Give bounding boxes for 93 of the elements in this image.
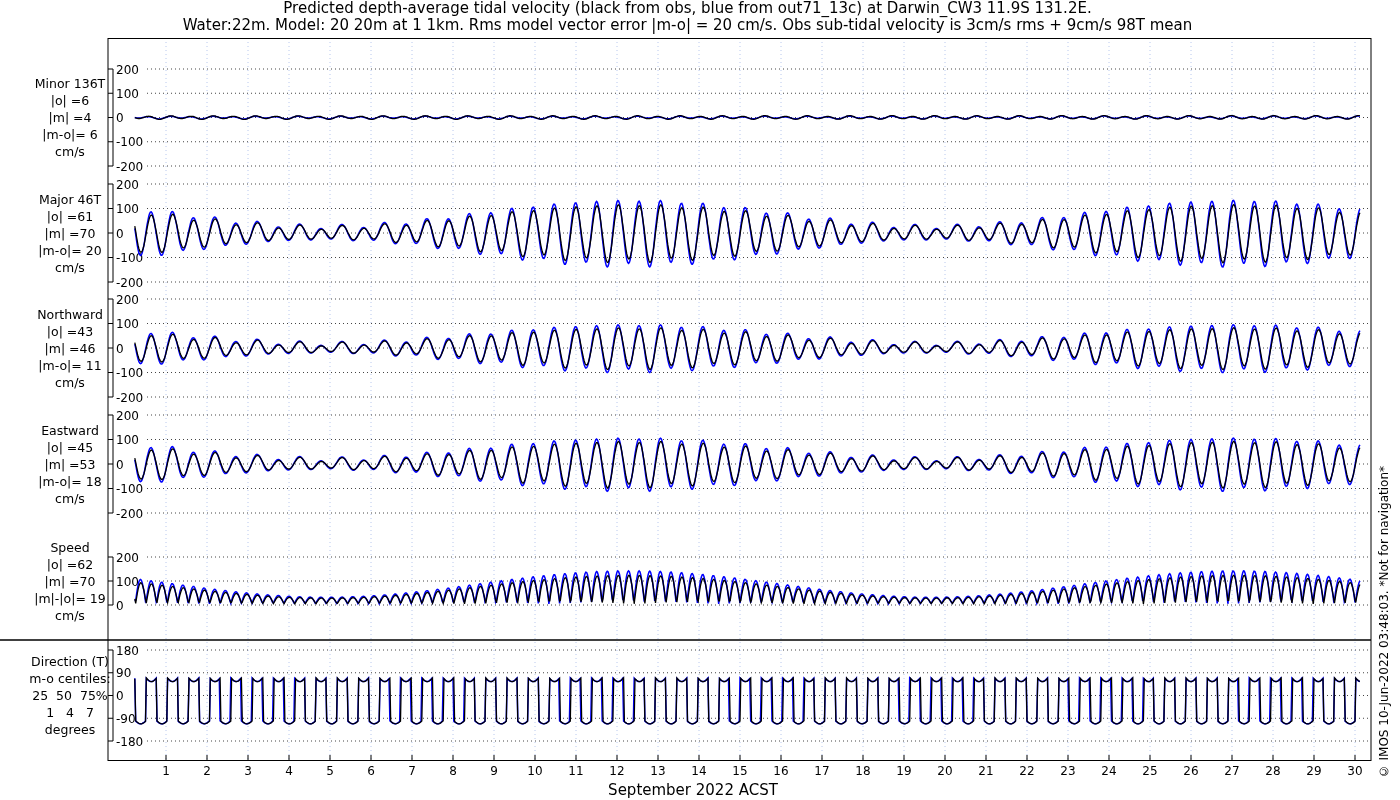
panel-label: |o| =61 (46, 208, 94, 224)
panel-label: |m| =46 (44, 340, 96, 356)
panel-label: m-o centiles: (29, 671, 111, 686)
y-tick-label: 200 (116, 62, 139, 77)
x-tick-label: 12 (609, 764, 625, 778)
panel-label: |m-o|= 6 (42, 127, 98, 142)
chart-title: Water:22m. Model: 20 20m at 1 1km. Rms model vector error |m-o| = 20 cm/s. Obs sub-tidal velocity is 3cm/s rms + 9cm/s 98T mean (182, 17, 1193, 34)
panel-label: |m| =4 (48, 110, 92, 125)
panel-label: 1 4 7 (46, 705, 94, 720)
panel-label: |m| =70 (44, 573, 96, 589)
y-tick-label: -180 (116, 734, 144, 749)
y-tick-label: 200 (116, 177, 139, 192)
y-tick-label: 100 (116, 86, 139, 101)
panel-label: Speed (50, 539, 90, 555)
panel-label: |m-o|= 20 (38, 242, 102, 258)
x-tick-label: 2 (203, 764, 211, 778)
panel-label: cm/s (55, 607, 85, 623)
y-tick-label: -90 (116, 711, 136, 726)
panel-label: |m| =70 (44, 225, 96, 241)
y-tick-label: -100 (116, 251, 144, 265)
panel-label: Eastward (41, 422, 99, 438)
x-tick-label: 27 (1224, 764, 1240, 778)
x-tick-label: 16 (773, 764, 789, 778)
y-tick-label: -200 (116, 506, 144, 521)
panel-label: cm/s (55, 144, 85, 159)
chart-title: Predicted depth-average tidal velocity (black from obs, blue from out71_13c) at Darwin_CW3 11.9S 131.2E. (283, 0, 1092, 17)
x-tick-label: 18 (855, 764, 871, 778)
panel-label: |m| =53 (44, 456, 96, 472)
copyright-note: © IMOS 10-Jun-2022 03:48:03. *Not for navigation* (1377, 465, 1391, 778)
panel-label: |m-o|= 11 (38, 357, 102, 373)
y-axis (112, 556, 114, 606)
x-tick-label: 30 (1347, 764, 1363, 778)
x-tick-label: 13 (650, 764, 666, 778)
x-tick-label: 29 (1306, 764, 1322, 778)
y-tick-label: -100 (116, 135, 144, 150)
y-tick-label: 100 (116, 433, 139, 447)
x-tick-label: 22 (1019, 764, 1035, 778)
panel-label: |m|-|o|= 19 (34, 590, 106, 606)
y-tick-label: 180 (116, 643, 139, 658)
y-tick-label: -100 (116, 366, 144, 380)
x-tick-label: 28 (1265, 764, 1281, 778)
x-tick-label: 17 (814, 764, 830, 778)
x-tick-label: 10 (527, 764, 543, 778)
panel-label: cm/s (55, 374, 85, 390)
x-tick-label: 24 (1101, 764, 1117, 778)
panel-label: degrees (44, 722, 96, 737)
x-tick-label: 4 (285, 764, 293, 778)
panel-label: cm/s (55, 259, 85, 275)
y-tick-label: 200 (116, 292, 139, 307)
panel-label: 25 50 75% (32, 688, 108, 703)
y-tick-label: -200 (116, 275, 144, 290)
y-tick-label: -200 (116, 390, 144, 405)
y-tick-label: 0 (116, 689, 124, 703)
y-tick-label: 200 (116, 550, 139, 565)
x-axis-label: September 2022 ACST (608, 781, 778, 799)
x-tick-label: 8 (449, 764, 457, 778)
x-tick-label: 20 (937, 764, 953, 778)
x-tick-label: 7 (408, 764, 416, 778)
x-tick-label: 11 (568, 764, 584, 778)
panel-label: Minor 136T (34, 76, 106, 91)
x-tick-label: 5 (326, 764, 334, 778)
y-tick-label: -100 (116, 482, 144, 496)
panel-label: |m-o|= 18 (38, 473, 102, 489)
x-tick-label: 23 (1060, 764, 1076, 778)
x-tick-label: 1 (162, 764, 170, 778)
y-tick-label: 90 (116, 666, 132, 681)
y-tick-label: 100 (116, 317, 139, 331)
y-tick-label: 0 (116, 341, 124, 356)
y-tick-label: 100 (116, 574, 139, 589)
y-tick-label: -200 (116, 159, 144, 174)
y-tick-label: 100 (116, 202, 139, 216)
panel-label: cm/s (55, 490, 85, 506)
panel-label: |o| =6 (50, 93, 90, 108)
x-tick-label: 26 (1183, 764, 1199, 778)
panel-label: Direction (T) (31, 654, 109, 669)
x-tick-label: 15 (732, 764, 748, 778)
y-tick-label: 0 (116, 111, 124, 125)
x-tick-label: 21 (978, 764, 994, 778)
x-tick-label: 25 (1142, 764, 1158, 778)
panel-label: |o| =45 (46, 439, 94, 455)
panel-label: |o| =43 (46, 323, 94, 339)
x-tick-label: 6 (367, 764, 375, 778)
panel-label: Major 46T (38, 191, 102, 207)
x-tick-label: 19 (896, 764, 912, 778)
y-tick-label: 0 (116, 457, 124, 472)
x-tick-label: 9 (490, 764, 498, 778)
x-tick-label: 14 (691, 764, 707, 778)
panel-label: Northward (37, 306, 103, 322)
y-tick-label: 200 (116, 408, 139, 423)
panel-label: |o| =62 (46, 556, 94, 572)
y-tick-label: 0 (116, 226, 124, 241)
y-tick-label: 0 (116, 598, 124, 613)
x-tick-label: 3 (244, 764, 252, 778)
